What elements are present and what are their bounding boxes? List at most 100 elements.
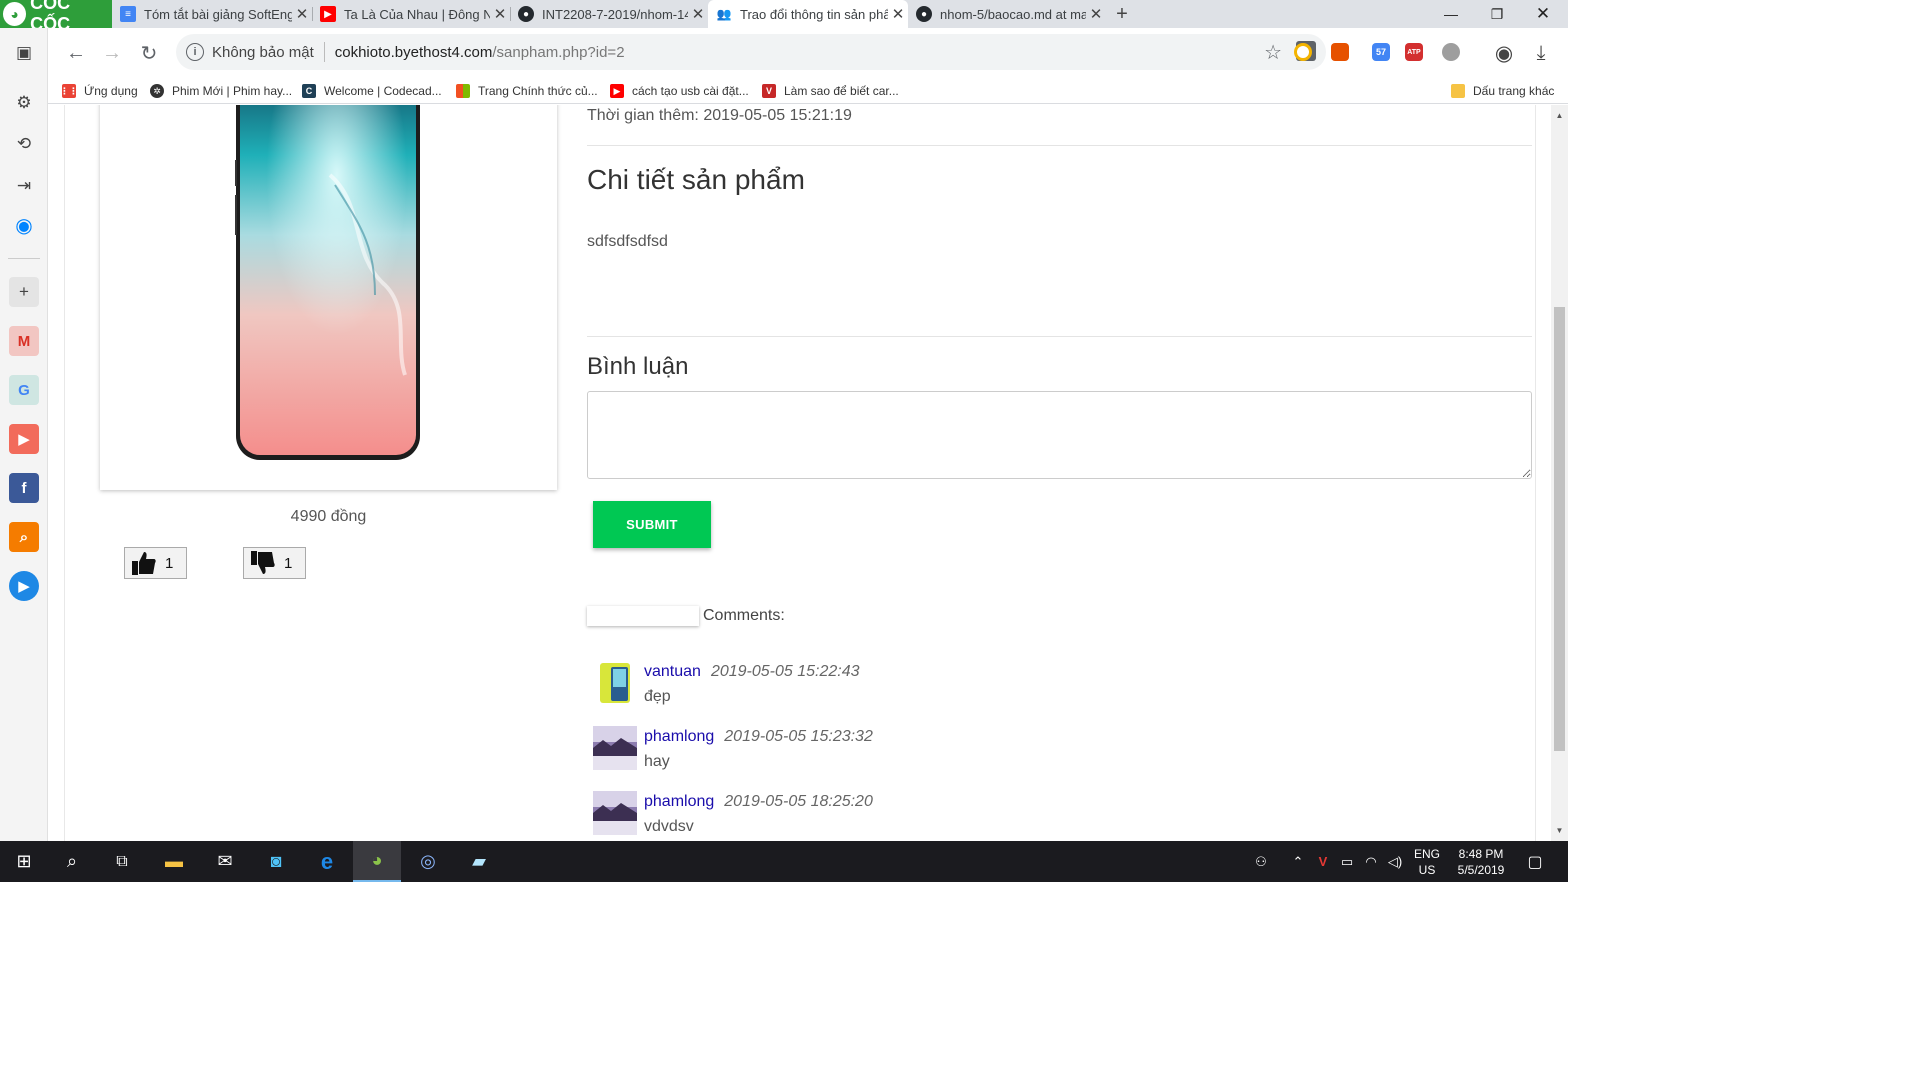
codecademy-icon: C: [302, 84, 316, 98]
clock-time: 8:48 PM: [1458, 846, 1504, 861]
minimize-button[interactable]: —: [1428, 0, 1474, 28]
tab-title: Trao đổi thông tin sản phẩ: [740, 6, 888, 22]
scroll-thumb[interactable]: [1554, 307, 1565, 751]
calendar-ext-icon[interactable]: 57: [1372, 43, 1390, 61]
show-hidden-icons[interactable]: ⌃: [1287, 841, 1309, 882]
search-icon[interactable]: ⌕: [48, 841, 96, 882]
downloads-icon[interactable]: ⤓: [1528, 40, 1554, 66]
gmail-icon[interactable]: M: [9, 326, 39, 356]
bookmark-apps[interactable]: ⋮⋮ Ứng dụng: [60, 82, 138, 100]
scroll-up-icon[interactable]: ▲: [1551, 107, 1568, 124]
comment-user[interactable]: phamlong 2019-05-05 15:23:32: [644, 728, 873, 746]
video-player-icon[interactable]: ▶: [9, 571, 39, 601]
info-icon[interactable]: i: [186, 43, 204, 61]
user-avatar[interactable]: [593, 726, 637, 770]
maximize-button[interactable]: ❐: [1474, 0, 1520, 28]
login-icon[interactable]: ⇥: [9, 171, 39, 201]
comment-username[interactable]: vantuan: [644, 663, 701, 680]
settings-ext-icon[interactable]: [1442, 43, 1460, 61]
mail-icon[interactable]: ✉: [201, 841, 249, 882]
edge-icon[interactable]: e: [303, 841, 351, 882]
comment-username[interactable]: phamlong: [644, 728, 714, 745]
close-icon[interactable]: ✕: [888, 5, 908, 23]
bookmark-phimmoi[interactable]: ✲ Phim Mới | Phim hay...: [150, 82, 292, 100]
other-bookmarks-label: Dấu trang khác: [1473, 84, 1555, 98]
back-button[interactable]: ←: [63, 40, 89, 66]
notifications-icon[interactable]: ▢: [1518, 841, 1552, 882]
atp-ext-icon[interactable]: ATP: [1405, 43, 1423, 61]
people-tray-icon[interactable]: ⚇: [1248, 841, 1274, 882]
store-icon[interactable]: ◙: [252, 841, 300, 882]
v-tray-icon[interactable]: V: [1312, 841, 1334, 882]
product-phone-image: [235, 105, 420, 460]
coccoc-menu-button[interactable]: ◕ CỐC CỐC: [0, 0, 112, 34]
close-icon[interactable]: ✕: [490, 5, 510, 23]
bookmark-microsoft[interactable]: Trang Chính thức củ...: [456, 82, 598, 100]
phone-avatar: [593, 661, 637, 705]
bookmark-label: cách tạo usb cài đặt...: [632, 84, 749, 98]
search-icon[interactable]: ⌕: [9, 522, 39, 552]
add-shortcut-icon[interactable]: +: [9, 277, 39, 307]
tab-youtube[interactable]: ▶ Ta Là Của Nhau | Đông Nh ✕: [312, 0, 510, 28]
tab-softeng[interactable]: ≡ Tóm tắt bài giảng SoftEng ✕: [112, 0, 312, 28]
tab-active-product[interactable]: 👥 Trao đổi thông tin sản phẩ ✕: [708, 0, 908, 28]
bookmarks-bar: ⋮⋮ Ứng dụng ✲ Phim Mới | Phim hay... C W…: [48, 78, 1568, 104]
history-icon[interactable]: ⟲: [9, 129, 39, 159]
thumbs-down-icon: [251, 551, 275, 574]
user-avatar[interactable]: [593, 791, 637, 835]
scroll-down-icon[interactable]: ▼: [1551, 822, 1568, 839]
bookmark-star-icon[interactable]: ☆: [1264, 40, 1282, 65]
submit-button[interactable]: SUBMIT: [593, 501, 711, 548]
file-explorer-icon[interactable]: ▬: [150, 841, 198, 882]
facebook-icon[interactable]: f: [9, 473, 39, 503]
close-icon[interactable]: ✕: [688, 5, 708, 23]
close-icon[interactable]: ✕: [292, 5, 312, 23]
comment-user[interactable]: phamlong 2019-05-05 18:25:20: [644, 793, 873, 811]
chrome-icon[interactable]: ◎: [404, 841, 452, 882]
new-tab-button[interactable]: +: [1111, 0, 1133, 28]
settings-icon[interactable]: ⚙: [9, 88, 39, 118]
volume-icon[interactable]: ◁): [1384, 841, 1406, 882]
other-bookmarks[interactable]: Dấu trang khác: [1451, 82, 1554, 100]
coccoc-taskbar-icon[interactable]: ◕: [353, 841, 401, 882]
close-icon[interactable]: ✕: [1086, 5, 1106, 23]
forward-button[interactable]: →: [99, 40, 125, 66]
page-scrollbar[interactable]: ▲ ▼: [1551, 105, 1568, 841]
comment-text: đẹp: [644, 688, 671, 705]
windows-start-icon[interactable]: ⊞: [0, 841, 48, 882]
comments-filter-box[interactable]: [587, 606, 699, 626]
comment-textarea[interactable]: [587, 391, 1532, 479]
task-view-icon[interactable]: ⧉: [98, 841, 146, 882]
sidebar-divider: [8, 258, 40, 259]
sidebar-toggle-icon[interactable]: ▣: [9, 38, 39, 68]
clock[interactable]: 8:48 PM 5/5/2019: [1448, 841, 1514, 882]
youtube-icon[interactable]: ▶: [9, 424, 39, 454]
github-icon: ●: [518, 6, 534, 22]
comment-username[interactable]: phamlong: [644, 793, 714, 810]
profile-icon[interactable]: ◉: [1491, 40, 1517, 66]
like-button[interactable]: 1: [124, 547, 187, 579]
coccoc-ext-icon[interactable]: [1294, 43, 1312, 61]
fox-ext-icon[interactable]: [1331, 43, 1349, 61]
messenger-icon[interactable]: ◉: [9, 210, 39, 240]
people-icon: 👥: [716, 6, 732, 22]
close-window-button[interactable]: ✕: [1520, 0, 1566, 28]
bookmark-usb-guide[interactable]: ▶ cách tạo usb cài đặt...: [610, 82, 749, 100]
wifi-icon[interactable]: ◠: [1360, 841, 1382, 882]
bookmark-card-guide[interactable]: V Làm sao để biết car...: [762, 82, 899, 100]
comment-time: 2019-05-05 18:25:20: [724, 793, 873, 810]
address-bar[interactable]: i Không bảo mật cokhioto.byethost4.com/s…: [176, 34, 1326, 70]
bookmark-codecademy[interactable]: C Welcome | Codecad...: [302, 82, 442, 100]
google-icon[interactable]: G: [9, 375, 39, 405]
battery-icon[interactable]: ▭: [1336, 841, 1358, 882]
reload-button[interactable]: ↻: [136, 40, 162, 66]
dislike-button[interactable]: 1: [243, 547, 306, 579]
divider: [587, 336, 1532, 337]
comment-user[interactable]: vantuan 2019-05-05 15:22:43: [644, 663, 860, 681]
notepad-icon[interactable]: ▰: [455, 841, 503, 882]
thumbs-up-icon: [132, 552, 156, 575]
language-indicator[interactable]: ENG US: [1410, 841, 1444, 882]
user-avatar[interactable]: [593, 661, 637, 705]
tab-github-int2208[interactable]: ● INT2208-7-2019/nhom-14 ✕: [510, 0, 708, 28]
tab-github-baocao[interactable]: ● nhom-5/baocao.md at ma ✕: [908, 0, 1106, 28]
